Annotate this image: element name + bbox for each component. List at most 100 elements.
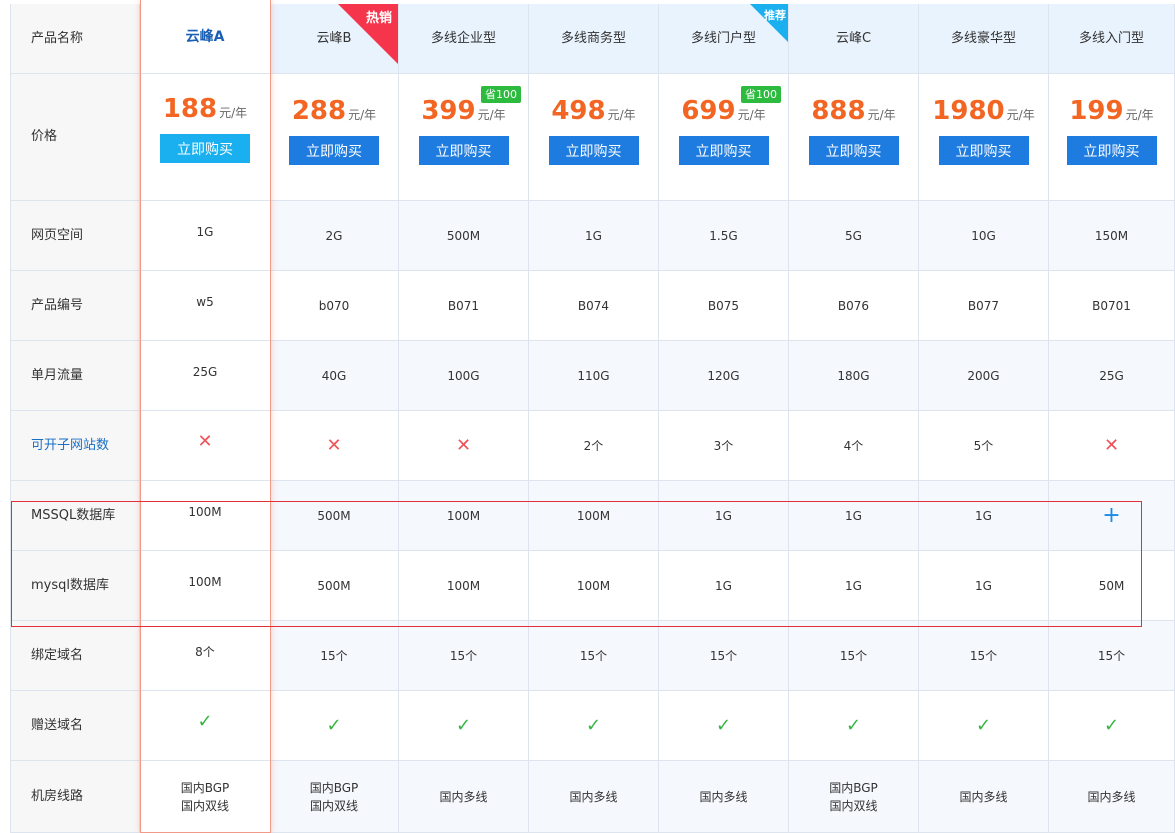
product-name: 多线豪华型 xyxy=(950,30,1016,46)
buy-button[interactable]: 立即购买 xyxy=(160,134,250,163)
cell-value: 1G xyxy=(585,228,602,243)
cell-value: 15个 xyxy=(969,648,998,663)
buy-button[interactable]: 立即购买 xyxy=(678,136,769,165)
cell-space: 10G xyxy=(919,201,1049,271)
cell-line: 国内BGP 国内双线 xyxy=(789,761,919,833)
cell-gift_domain: ✓ xyxy=(789,691,919,761)
cell-gift_domain: ✓ xyxy=(1049,691,1175,761)
cell-gift_domain: ✓ xyxy=(659,691,789,761)
row-space: 网页空间 1G 2G 500M 1G 1.5G 5G 10G 150M xyxy=(0,201,1175,271)
price-value: 1980 xyxy=(932,96,1005,126)
check-icon: ✓ xyxy=(326,714,342,736)
price-value: 888 xyxy=(811,96,866,126)
cell-gift_domain: ✓ xyxy=(140,691,270,761)
cell-mysql: 100M xyxy=(529,551,659,621)
check-icon: ✓ xyxy=(585,714,602,736)
cell-value: 40G xyxy=(321,368,347,383)
cell-mysql: 1G xyxy=(789,551,919,621)
cell-gift_domain: ✓ xyxy=(270,691,399,761)
price-display: 498 元/年 xyxy=(551,96,635,126)
cell-value: 150M xyxy=(1094,228,1129,243)
cell-line: 国内多线 xyxy=(659,761,789,833)
cell-traffic: 25G xyxy=(1049,341,1175,411)
row-name: 产品名称 云峰A 云峰B 热销 多线企业型 多线商务型 多线门户型 推荐 云峰C 多线豪华型 多线入… xyxy=(0,4,1175,74)
row-label-text: MSSQL数据库 xyxy=(31,507,116,523)
row-label-text[interactable]: 可开子网站数 xyxy=(31,437,109,455)
row-mssql: MSSQL数据库 100M 500M 100M 100M 1G 1G 1G + xyxy=(0,481,1175,551)
cell-value: 2个 xyxy=(583,438,604,453)
cell-code: B077 xyxy=(919,271,1049,341)
cell-subsites: ✕ xyxy=(270,411,399,481)
cell-space: 2G xyxy=(270,201,399,271)
cell-value: 110G xyxy=(577,368,610,383)
cell-line: 国内BGP 国内双线 xyxy=(140,761,270,833)
plus-icon: + xyxy=(1102,502,1121,528)
cell-subsites: ✕ xyxy=(399,411,529,481)
cell-value: 100G xyxy=(447,368,480,383)
product-name-7: 多线入门型 xyxy=(1049,4,1175,74)
buy-button[interactable]: 立即购买 xyxy=(808,136,899,165)
cell-code: B071 xyxy=(399,271,529,341)
check-icon: ✓ xyxy=(975,714,992,736)
cell-code: B075 xyxy=(659,271,789,341)
product-name-2: 多线企业型 xyxy=(399,4,529,74)
cell-value: 8个 xyxy=(195,645,215,659)
cell-value: 15个 xyxy=(709,648,738,663)
cell-code: B074 xyxy=(529,271,659,341)
cell-value: 15个 xyxy=(839,648,868,663)
cell-value: 1G xyxy=(196,225,214,239)
cell-line: 国内多线 xyxy=(529,761,659,833)
cell-mssql: 500M xyxy=(270,481,399,551)
cell-traffic: 120G xyxy=(659,341,789,411)
line-text: 国内BGP xyxy=(309,780,359,795)
price-unit: 元/年 xyxy=(737,108,766,122)
line-text: 国内多线 xyxy=(699,789,748,804)
buy-button[interactable]: 立即购买 xyxy=(1066,136,1157,165)
buy-button[interactable]: 立即购买 xyxy=(938,136,1029,165)
row-subsites: 可开子网站数 ✕ ✕ ✕ 2个 3个 4个 5个 ✕ xyxy=(0,411,1175,481)
check-icon: ✓ xyxy=(197,711,213,732)
cell-mysql: 100M xyxy=(140,551,270,621)
cell-mssql: 1G xyxy=(919,481,1049,551)
product-name-0: 云峰A xyxy=(140,4,270,74)
product-name: 云峰A xyxy=(185,29,225,45)
row-label-text: 价格 xyxy=(31,129,58,144)
cell-traffic: 200G xyxy=(919,341,1049,411)
cell-value: w5 xyxy=(196,295,214,309)
buy-button[interactable]: 立即购买 xyxy=(418,136,509,165)
product-name-5: 云峰C xyxy=(789,4,919,74)
cell-value: 15个 xyxy=(579,648,608,663)
cell-code: b070 xyxy=(270,271,399,341)
cell-value: 10G xyxy=(971,228,996,243)
row-label-text: 单月流量 xyxy=(31,367,84,383)
cell-mssql: 100M xyxy=(399,481,529,551)
cell-gift_domain: ✓ xyxy=(919,691,1049,761)
cell-subsites: 5个 xyxy=(919,411,1049,481)
cell-domains: 15个 xyxy=(659,621,789,691)
row-label-traffic: 单月流量 xyxy=(10,341,140,411)
row-label-text: 赠送域名 xyxy=(31,717,84,733)
product-name: 多线商务型 xyxy=(560,30,626,46)
cell-value: 25G xyxy=(192,365,218,379)
row-label-gift_domain: 赠送域名 xyxy=(10,691,140,761)
price-display: 1980 元/年 xyxy=(932,96,1034,126)
price-display: 199 元/年 xyxy=(1069,96,1153,126)
cell-value: 500M xyxy=(446,228,481,243)
cell-value: 5个 xyxy=(973,438,994,453)
cell-value: 15个 xyxy=(449,648,478,663)
cell-value: 4个 xyxy=(843,438,864,453)
price-value: 498 xyxy=(551,96,606,126)
cell-traffic: 110G xyxy=(529,341,659,411)
cell-mysql: 1G xyxy=(659,551,789,621)
discount-badge: 省100 xyxy=(741,86,781,103)
buy-button[interactable]: 立即购买 xyxy=(548,136,639,165)
cell-value: 180G xyxy=(837,368,870,383)
cell-value: 100M xyxy=(576,508,611,523)
row-label-name: 产品名称 xyxy=(10,4,140,74)
row-code: 产品编号 w5 b070 B071 B074 B075 B076 B077 B0701 xyxy=(0,271,1175,341)
buy-button[interactable]: 立即购买 xyxy=(289,136,379,165)
line-text: 国内多线 xyxy=(1087,789,1136,804)
cell-domains: 15个 xyxy=(399,621,529,691)
cell-value: B076 xyxy=(837,298,870,313)
row-label-text: 网页空间 xyxy=(31,227,84,243)
